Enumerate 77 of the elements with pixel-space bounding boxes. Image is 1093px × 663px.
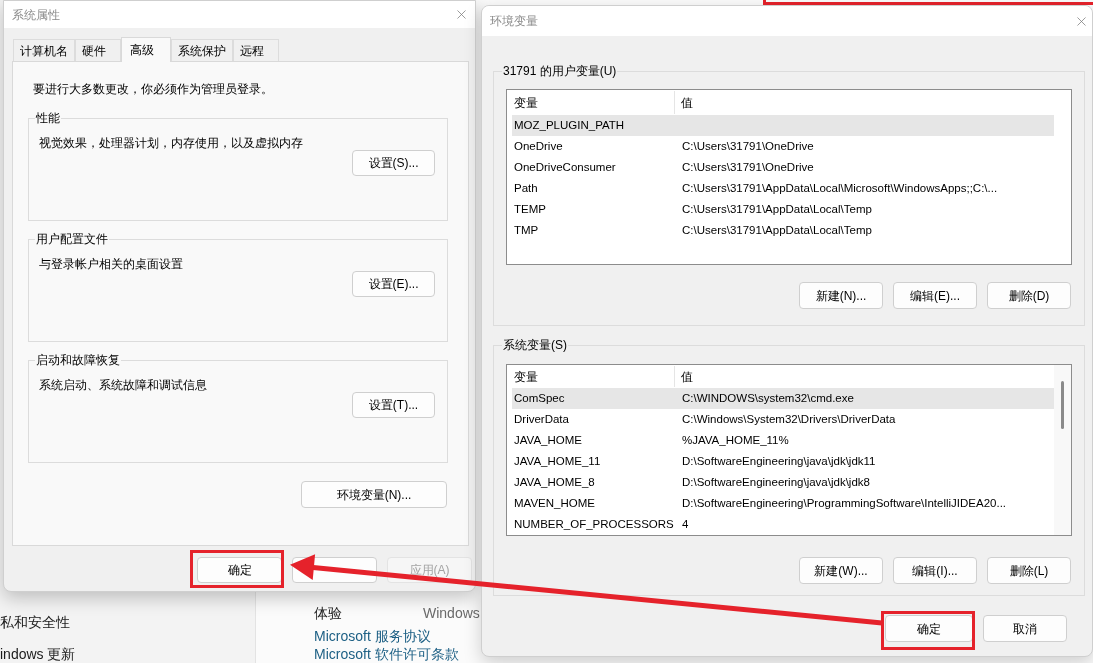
list-row[interactable]: JAVA_HOME_11 D:\SoftwareEngineering\java\jdk\jdk11 xyxy=(512,451,1054,472)
group-title: 31791 的用户变量(U) xyxy=(502,63,618,79)
group-title: 系统变量(S) xyxy=(502,337,568,353)
group-title: 用户配置文件 xyxy=(35,231,109,247)
group-description: 与登录帐户相关的桌面设置 xyxy=(39,257,184,271)
group-title: 性能 xyxy=(35,110,61,126)
list-cell-text: JAVA_HOME_11 xyxy=(513,453,602,469)
new-button[interactable]: 新建(W)... xyxy=(799,557,883,584)
list-cell-text: NUMBER_OF_PROCESSORS xyxy=(513,516,675,532)
list-cell-text: OneDriveConsumer xyxy=(513,159,617,175)
list-row[interactable]: Path C:\Users\31791\AppData\Local\Microsoft\WindowsApps;;C:\... xyxy=(512,178,1054,199)
list-cell-text: C:\WINDOWS\system32\cmd.exe xyxy=(681,390,854,406)
window-title: 系统属性 xyxy=(12,6,60,24)
delete-button[interactable]: 删除(D) xyxy=(987,282,1071,309)
list-row[interactable]: NUMBER_OF_PROCESSORS 4 xyxy=(512,514,1054,535)
list-cell-text: C:\Users\31791\AppData\Local\Temp xyxy=(681,222,872,238)
new-button[interactable]: 新建(N)... xyxy=(799,282,883,309)
list-cell-text: OneDrive xyxy=(513,138,564,154)
delete-button[interactable]: 删除(L) xyxy=(987,557,1071,584)
tab[interactable]: 计算机名 xyxy=(13,39,75,61)
list-cell-text: D:\SoftwareEngineering\java\jdk\jdk11 xyxy=(681,453,876,469)
tab[interactable]: 系统保护 xyxy=(171,39,233,61)
list-cell-text: Path xyxy=(513,180,539,196)
sidebar-item[interactable]: 私和安全性 xyxy=(0,613,255,631)
list-cell-text: C:\Windows\System32\Drivers\DriverData xyxy=(681,411,896,427)
sidebar-item[interactable]: indows 更新 xyxy=(0,645,255,663)
list-cell-text: TEMP xyxy=(513,201,547,217)
column-header[interactable]: 值 xyxy=(675,91,1054,114)
settings-button[interactable]: 设置(S)... xyxy=(352,150,435,176)
list-row[interactable]: DriverData C:\Windows\System32\Drivers\DriverData xyxy=(512,409,1054,430)
list-row[interactable]: TEMP C:\Users\31791\AppData\Local\Temp xyxy=(512,199,1054,220)
edit-button[interactable]: 编辑(I)... xyxy=(893,557,977,584)
list-cell-text: ComSpec xyxy=(513,390,566,406)
notice-text: 要进行大多数更改，你必须作为管理员登录。 xyxy=(32,81,274,97)
group-description: 系统启动、系统故障和调试信息 xyxy=(39,378,208,392)
list-cell-text: JAVA_HOME_8 xyxy=(513,474,596,490)
list-row[interactable]: TMP C:\Users\31791\AppData\Local\Temp xyxy=(512,220,1054,241)
cancel-button[interactable]: 取消 xyxy=(983,615,1067,642)
list-cell-text: D:\SoftwareEngineering\java\jdk\jdk8 xyxy=(681,474,870,490)
ok-button[interactable]: 确定 xyxy=(197,557,282,583)
column-header[interactable]: 变量 xyxy=(507,91,675,114)
list-cell-text: C:\Users\31791\OneDrive xyxy=(681,159,814,175)
list-row[interactable]: OneDrive C:\Users\31791\OneDrive xyxy=(512,136,1054,157)
list-cell-text: 4 xyxy=(681,516,689,532)
settings-button[interactable]: 设置(E)... xyxy=(352,271,435,297)
list-cell-text: TMP xyxy=(513,222,540,238)
group-title: 启动和故障恢复 xyxy=(35,352,121,368)
settings-button[interactable]: 设置(T)... xyxy=(352,392,435,418)
setting-value: Windows xyxy=(423,604,480,622)
setting-label: 体验 xyxy=(314,604,343,622)
list-row[interactable]: ComSpec C:\WINDOWS\system32\cmd.exe xyxy=(512,388,1054,409)
list-row[interactable]: OneDriveConsumer C:\Users\31791\OneDrive xyxy=(512,157,1054,178)
ok-button[interactable]: 确定 xyxy=(885,615,973,642)
scrollbar-track[interactable] xyxy=(1054,365,1071,535)
scrollbar-thumb[interactable] xyxy=(1061,381,1064,429)
column-header[interactable]: 变量 xyxy=(507,366,675,387)
list-cell-text: C:\Users\31791\OneDrive xyxy=(681,138,814,154)
edit-button[interactable]: 编辑(E)... xyxy=(893,282,977,309)
list-cell-text: JAVA_HOME xyxy=(513,432,583,448)
list-cell-text: D:\SoftwareEngineering\ProgrammingSoftware\IntelliJIDEA20... xyxy=(681,495,1007,511)
list-row[interactable]: MAVEN_HOME D:\SoftwareEngineering\ProgrammingSoftware\IntelliJIDEA20... xyxy=(512,493,1054,514)
list-row[interactable]: JAVA_HOME %JAVA_HOME_11% xyxy=(512,430,1054,451)
list-cell-text: %JAVA_HOME_11% xyxy=(681,432,789,448)
list-cell-text: C:\Users\31791\AppData\Local\Microsoft\WindowsApps;;C:\... xyxy=(681,180,998,196)
list-cell-text: DriverData xyxy=(513,411,570,427)
list-cell-text: MOZ_PLUGIN_PATH xyxy=(513,117,626,133)
list-row[interactable]: JAVA_HOME_8 D:\SoftwareEngineering\java\jdk\jdk8 xyxy=(512,472,1054,493)
list-cell-text: MAVEN_HOME xyxy=(513,495,596,511)
window-title: 环境变量 xyxy=(490,13,538,30)
tab[interactable]: 硬件 xyxy=(75,39,121,61)
tab[interactable]: 高级 xyxy=(121,37,171,62)
list-cell-text: C:\Users\31791\AppData\Local\Temp xyxy=(681,201,872,217)
column-header[interactable]: 值 xyxy=(675,366,1054,387)
environment-variables-button[interactable]: 环境变量(N)... xyxy=(301,481,447,508)
tab[interactable]: 远程 xyxy=(233,39,279,61)
list-row[interactable]: MOZ_PLUGIN_PATH xyxy=(512,115,1054,136)
group-description: 视觉效果，处理器计划，内存使用，以及虚拟内存 xyxy=(39,136,304,150)
